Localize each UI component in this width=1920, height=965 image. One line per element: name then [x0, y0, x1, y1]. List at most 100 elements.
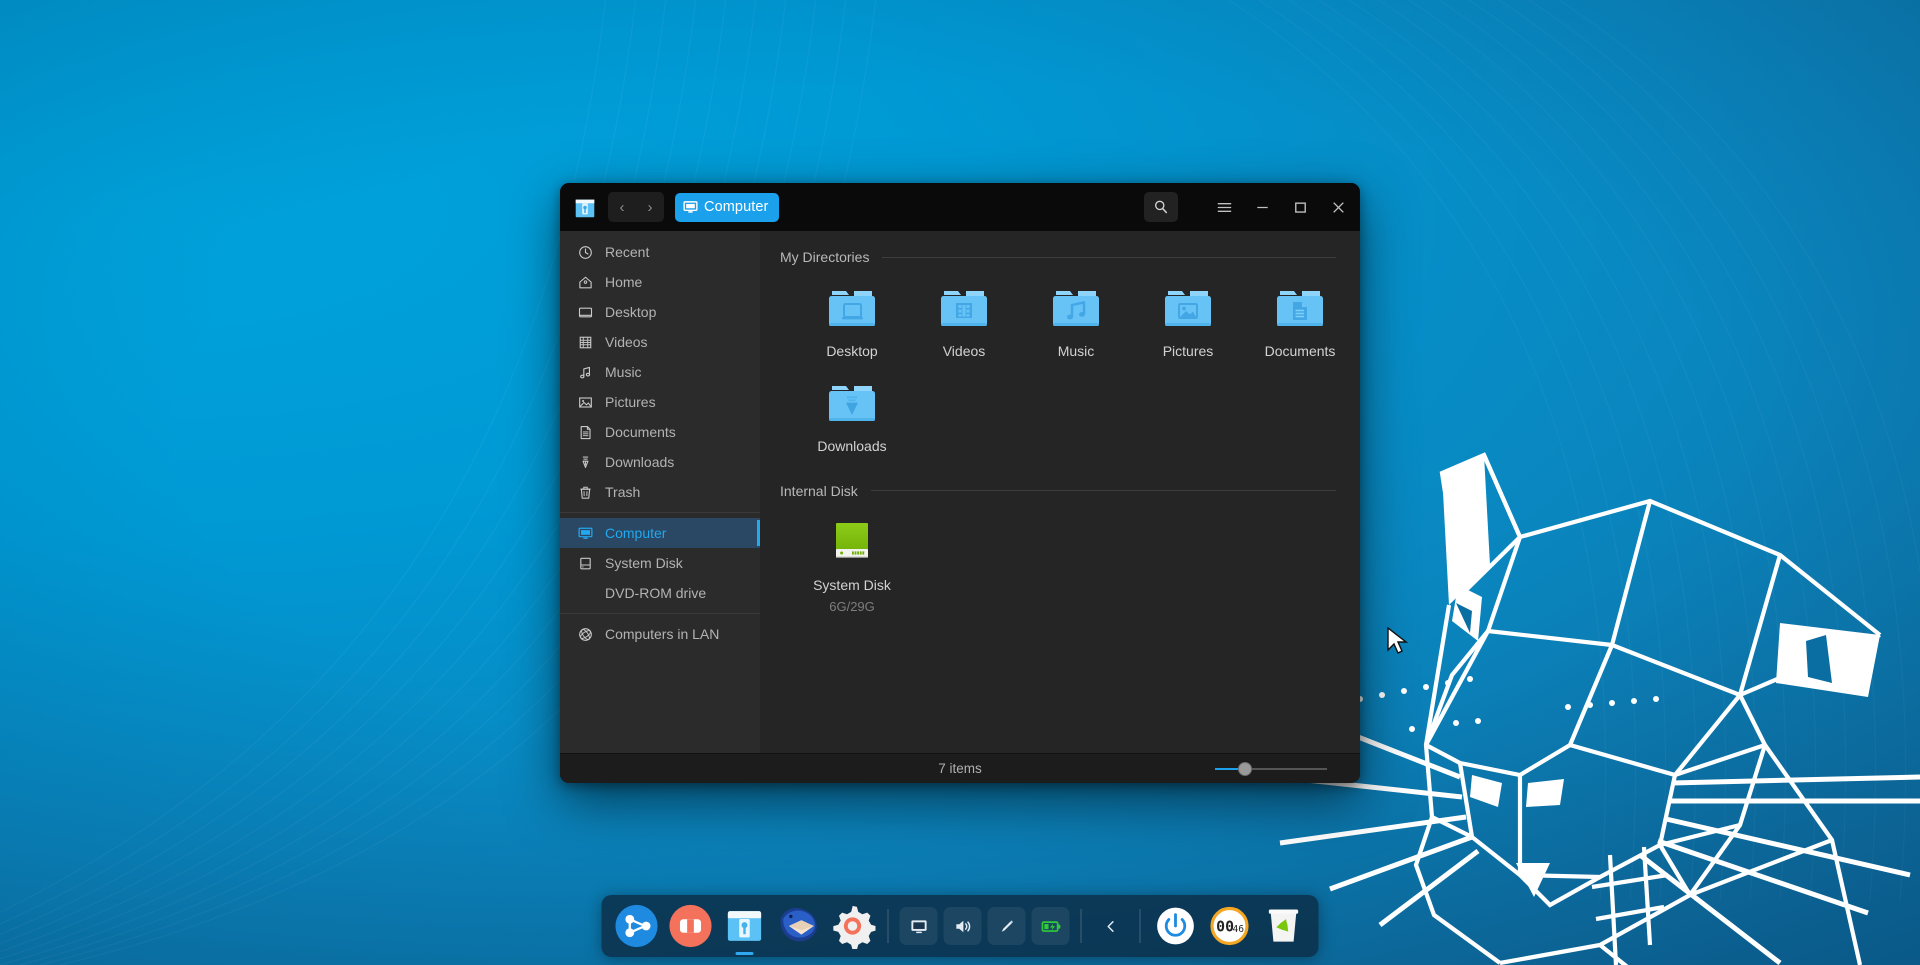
- sidebar-item-music[interactable]: Music: [560, 357, 760, 387]
- folder-tile-desktop[interactable]: Desktop: [796, 271, 908, 366]
- harddisk-green-icon: [824, 515, 880, 567]
- item-count-label: 7 items: [938, 761, 982, 776]
- computer-icon: [683, 200, 698, 213]
- home-icon: [577, 274, 594, 291]
- content-area[interactable]: My Directories Desktop Videos Music Pict…: [760, 231, 1360, 753]
- breadcrumb-label: Computer: [704, 199, 769, 215]
- sidebar-item-computers-in-lan[interactable]: Computers in LAN: [560, 619, 760, 649]
- sidebar-item-downloads[interactable]: Downloads: [560, 447, 760, 477]
- sidebar-item-label: Recent: [605, 244, 650, 260]
- sidebar-item-recent[interactable]: Recent: [560, 237, 760, 267]
- folder-tile-documents[interactable]: Documents: [1244, 271, 1356, 366]
- sidebar-divider: [560, 512, 760, 513]
- clock-minutes: 46: [1232, 924, 1244, 935]
- folder-tile-pictures[interactable]: Pictures: [1132, 271, 1244, 366]
- tray-item-battery[interactable]: [1031, 907, 1070, 945]
- dock-item-control-center[interactable]: [829, 902, 877, 950]
- computer-icon: [577, 525, 594, 542]
- folder-documents-icon: [1272, 281, 1328, 333]
- section-title: Internal Disk: [780, 482, 858, 499]
- trash-bin[interactable]: [1260, 902, 1308, 950]
- maximize-button[interactable]: [1282, 191, 1318, 223]
- monitor-icon: [910, 919, 927, 933]
- clock-icon: [577, 244, 594, 261]
- sidebar-item-documents[interactable]: Documents: [560, 417, 760, 447]
- power-icon: [1157, 907, 1194, 945]
- section-header-my-directories: My Directories: [780, 231, 1360, 265]
- sidebar-item-label: Computers in LAN: [605, 626, 720, 642]
- sidebar-item-system-disk[interactable]: System Disk: [560, 548, 760, 578]
- sidebar-item-pictures[interactable]: Pictures: [560, 387, 760, 417]
- dock-item-media-player[interactable]: [667, 902, 715, 950]
- zoom-slider-knob[interactable]: [1238, 761, 1252, 776]
- sidebar-item-label: Downloads: [605, 454, 675, 470]
- close-button[interactable]: [1320, 191, 1356, 223]
- dock-item-file-manager[interactable]: [721, 902, 769, 950]
- dock-item-thunderbird-mail[interactable]: [775, 902, 823, 950]
- file-manager-icon: [727, 911, 762, 941]
- sidebar-item-label: DVD-ROM drive: [605, 585, 707, 601]
- status-bar: 7 items: [560, 753, 1360, 783]
- sidebar-item-home[interactable]: Home: [560, 267, 760, 297]
- folder-music-icon: [1048, 281, 1104, 333]
- file-manager-window[interactable]: ‹ › Computer Recent Home Desktop Videos …: [560, 183, 1360, 783]
- movie-icon: [669, 904, 712, 948]
- back-button[interactable]: ‹: [608, 192, 636, 222]
- sidebar-item-label: Desktop: [605, 304, 657, 320]
- forward-button[interactable]: ›: [636, 192, 664, 222]
- folder-videos-icon: [936, 281, 992, 333]
- clock-hours: 00: [1216, 917, 1234, 935]
- tray-item-volume[interactable]: [943, 907, 982, 945]
- sidebar-item-dvd-rom-drive[interactable]: DVD-ROM drive: [560, 578, 760, 608]
- menu-button[interactable]: [1206, 191, 1242, 223]
- minimize-button[interactable]: [1244, 191, 1280, 223]
- pen-icon: [1001, 919, 1013, 932]
- sidebar[interactable]: Recent Home Desktop Videos Music Picture…: [560, 231, 760, 753]
- clock-widget[interactable]: 00 46: [1206, 902, 1254, 950]
- folder-tile-videos[interactable]: Videos: [908, 271, 1020, 366]
- sidebar-divider: [560, 613, 760, 614]
- disk-tile-system-disk[interactable]: System Disk 6G/29G: [796, 505, 908, 621]
- disk-label: System Disk: [813, 576, 891, 593]
- tray-item-display[interactable]: [899, 907, 938, 945]
- window-body: Recent Home Desktop Videos Music Picture…: [560, 231, 1360, 753]
- sidebar-item-label: Music: [605, 364, 642, 380]
- share-network-icon: [615, 904, 658, 948]
- section-rule: [870, 490, 1336, 492]
- window-titlebar[interactable]: ‹ › Computer: [560, 183, 1360, 231]
- sidebar-item-desktop[interactable]: Desktop: [560, 297, 760, 327]
- section-header-internal-disk: Internal Disk: [780, 461, 1360, 499]
- tray-expand-button[interactable]: [1093, 906, 1129, 946]
- sidebar-item-trash[interactable]: Trash: [560, 477, 760, 507]
- sidebar-item-label: Documents: [605, 424, 676, 440]
- folder-label: Documents: [1264, 343, 1336, 359]
- trash-icon: [577, 484, 594, 501]
- sidebar-item-computer[interactable]: Computer: [560, 518, 760, 548]
- dock-divider: [1139, 909, 1141, 943]
- dock-divider: [887, 909, 889, 943]
- search-button[interactable]: [1144, 192, 1178, 222]
- sidebar-item-videos[interactable]: Videos: [560, 327, 760, 357]
- breadcrumb[interactable]: Computer: [675, 192, 780, 222]
- zoom-slider[interactable]: [1215, 761, 1327, 776]
- folder-label: Music: [1057, 343, 1095, 359]
- gear-icon: [833, 905, 876, 949]
- tray-item-brightness[interactable]: [987, 907, 1026, 945]
- taskbar-dock[interactable]: 00 46: [601, 895, 1319, 957]
- sidebar-item-label: System Disk: [605, 555, 683, 571]
- power-button[interactable]: [1152, 902, 1200, 950]
- folder-tile-music[interactable]: Music: [1020, 271, 1132, 366]
- dock-item-deepin-app-store[interactable]: [613, 902, 661, 950]
- search-icon: [1155, 200, 1168, 214]
- disk-icon: [577, 555, 594, 572]
- close-icon: [1332, 201, 1344, 213]
- section-title: My Directories: [780, 249, 870, 265]
- recycle-bin-icon: [1268, 909, 1299, 942]
- disk-capacity: 6G/29G: [829, 599, 875, 615]
- folder-pictures-icon: [1160, 281, 1216, 333]
- folder-tile-downloads[interactable]: Downloads: [796, 366, 908, 461]
- folder-downloads-icon: [824, 376, 880, 428]
- picture-icon: [577, 394, 594, 411]
- folder-label: Downloads: [817, 437, 887, 454]
- navigation-buttons[interactable]: ‹ ›: [608, 192, 664, 222]
